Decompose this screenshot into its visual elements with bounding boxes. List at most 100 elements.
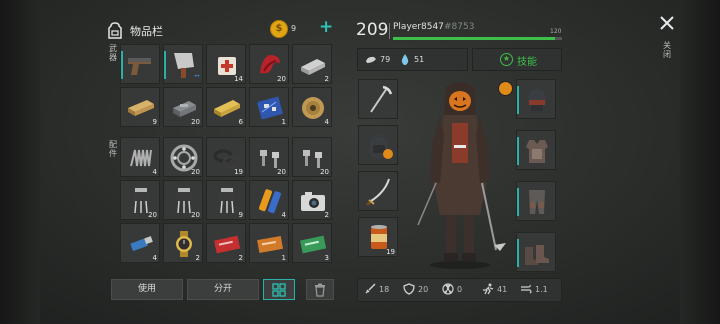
water-value: 51	[414, 55, 425, 64]
inventory-slot[interactable]: 9	[206, 180, 246, 220]
slot-count: 20	[277, 168, 286, 176]
skills-button[interactable]: ★ 技能	[472, 48, 562, 71]
slot-count: 3	[324, 254, 329, 262]
add-coins-button[interactable]: +	[319, 17, 333, 37]
inventory-title: 物品栏	[130, 25, 163, 38]
equipment-slot-right[interactable]	[516, 232, 556, 272]
equipment-slot-left[interactable]	[358, 171, 398, 211]
close-icon[interactable]	[659, 15, 675, 31]
modifier-value: 1.1	[535, 285, 548, 294]
running-icon	[483, 283, 494, 295]
radiation-icon	[442, 283, 454, 295]
helmet-icon	[528, 89, 546, 111]
weapon-slot[interactable]: 20	[163, 87, 203, 127]
inventory-slot[interactable]: 2	[163, 223, 203, 263]
weapon-slot[interactable]: 4	[292, 87, 332, 127]
sort-button[interactable]	[263, 279, 295, 300]
speed-value: 41	[497, 285, 508, 294]
pickaxe-icon	[370, 85, 393, 113]
radiation-value: 0	[457, 285, 463, 294]
slot-count: 4	[152, 254, 157, 262]
weapon-slot[interactable]: ••	[163, 44, 203, 84]
water-drop-icon	[401, 54, 409, 65]
slot-count: 20	[191, 211, 200, 219]
weapon-slot[interactable]: 1	[249, 87, 289, 127]
player-level: 209	[356, 20, 389, 40]
inventory-header: 物品栏 $ 9 +	[107, 17, 337, 42]
equipment-slot-right[interactable]	[516, 181, 556, 221]
slot-count: 20	[320, 168, 329, 176]
slot-count: 20	[277, 75, 286, 83]
delete-button[interactable]	[306, 279, 334, 300]
katana-icon	[365, 178, 390, 207]
weapon-slot[interactable]: 9	[120, 87, 160, 127]
attack-value: 18	[379, 285, 390, 294]
slot-accent	[517, 86, 519, 114]
sword-icon	[365, 283, 376, 294]
slot-count: 1	[281, 254, 286, 262]
inventory-slot[interactable]: 4	[120, 223, 160, 263]
durability-dots: ••	[193, 73, 200, 80]
inventory-slot[interactable]: 2	[292, 180, 332, 220]
backpack-header-icon	[108, 22, 122, 39]
slot-count: 19	[234, 168, 243, 176]
inventory-slot[interactable]: 19	[206, 137, 246, 177]
star-icon: ★	[500, 53, 513, 66]
weapons-tab-label[interactable]: 武器	[108, 44, 118, 62]
parts-tab-label[interactable]: 配件	[108, 140, 118, 158]
backpack-icon	[370, 133, 393, 159]
split-button[interactable]: 分开	[187, 279, 259, 300]
weapon-slot[interactable]: 2	[292, 44, 332, 84]
close-label[interactable]: 关闭	[662, 41, 672, 59]
weapon-slot[interactable]	[120, 44, 160, 84]
use-button[interactable]: 使用	[111, 279, 183, 300]
weapon-slot[interactable]: 14	[206, 44, 246, 84]
slot-count: 2	[324, 75, 329, 83]
slot-count: 9	[152, 118, 157, 126]
inventory-slot[interactable]: 4	[120, 137, 160, 177]
slot-accent	[121, 51, 123, 79]
inventory-slot[interactable]: 20	[249, 137, 289, 177]
defense-value: 20	[418, 285, 429, 294]
inventory-slot[interactable]: 20	[292, 137, 332, 177]
slot-count: 20	[148, 211, 157, 219]
xp-bar-fill	[393, 37, 556, 40]
player-tag: #8753	[444, 22, 475, 32]
left-edge	[0, 0, 40, 324]
name-divider	[389, 23, 390, 39]
weapon-slot[interactable]: 6	[206, 87, 246, 127]
slot-count: 2	[324, 211, 329, 219]
skills-label: 技能	[517, 57, 537, 68]
slot-count: 1	[281, 118, 286, 126]
slot-count: 4	[152, 168, 157, 176]
inventory-slot[interactable]: 4	[249, 180, 289, 220]
equipment-slot-left[interactable]	[358, 79, 398, 119]
slot-count: 2	[238, 254, 243, 262]
inventory-slot[interactable]: 20	[163, 180, 203, 220]
equipment-slot-right[interactable]	[516, 79, 556, 119]
slot-count: 14	[234, 75, 243, 83]
player-name: Player8547	[393, 22, 444, 32]
slot-accent	[517, 188, 519, 216]
coin-icon: $	[270, 20, 288, 38]
equipment-slot-left[interactable]	[358, 125, 398, 165]
xp-bar	[393, 37, 562, 40]
inventory-slot[interactable]: 1	[249, 223, 289, 263]
slot-count: 2	[195, 254, 200, 262]
food-icon	[366, 56, 376, 63]
weapon-slot[interactable]: 20	[249, 44, 289, 84]
slot-count: 20	[191, 168, 200, 176]
inventory-slot[interactable]: 20	[120, 180, 160, 220]
shield-icon	[403, 283, 415, 295]
armor-pants-icon	[529, 190, 545, 214]
inventory-slot[interactable]: 3	[292, 223, 332, 263]
slot-count: 19	[386, 248, 395, 256]
pumpkin-buff-icon	[498, 81, 513, 96]
pistol-icon	[128, 58, 151, 75]
inventory-slot[interactable]: 2	[206, 223, 246, 263]
player-header: 209 Player8547 #8753 120	[356, 20, 564, 44]
inventory-slot[interactable]: 20	[163, 137, 203, 177]
right-edge	[680, 0, 720, 324]
equipment-slot-left[interactable]: 19	[358, 217, 398, 257]
equipment-slot-right[interactable]	[516, 130, 556, 170]
